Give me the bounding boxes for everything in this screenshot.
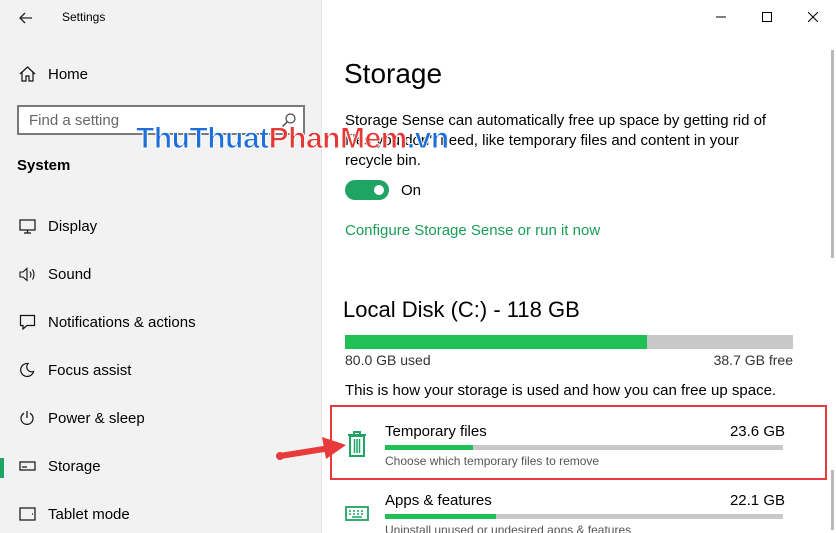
notifications-icon [18,313,36,331]
category-name: Apps & features [385,492,492,509]
tablet-icon [18,505,36,523]
focus-assist-icon [18,361,36,379]
home-icon [18,65,36,83]
sidebar-item-label: Tablet mode [48,505,130,523]
section-title: System [17,157,71,174]
sidebar-item-sound[interactable]: Sound [0,254,322,294]
sidebar-item-label: Display [48,217,98,235]
category-usage-bar [385,514,783,519]
sidebar-item-label: Power & sleep [48,409,145,427]
back-button[interactable] [14,6,38,30]
highlight-box [330,405,827,480]
watermark-part: .vn [406,122,449,156]
close-button[interactable] [790,0,836,34]
minimize-button[interactable] [698,0,744,34]
scrollbar[interactable] [831,50,834,258]
sidebar-item-label: Sound [48,265,92,283]
sidebar-item-label: Focus assist [48,361,132,379]
selection-indicator [0,458,4,478]
close-icon [808,12,818,22]
page-title: Storage [344,58,443,89]
disk-usage-fill [345,335,647,349]
sidebar-item-display[interactable]: Display [0,206,322,246]
toggle-state-label: On [401,182,422,199]
home-label: Home [48,65,89,83]
disk-free-label: 38.7 GB free [713,352,793,368]
disk-used-label: 80.0 GB used [345,352,431,368]
maximize-icon [762,12,772,22]
annotation-arrow-icon [276,437,346,460]
home-nav-item[interactable]: Home [18,62,88,86]
storage-usage-intro: This is how your storage is used and how… [345,382,777,399]
category-usage-fill [385,514,497,519]
sidebar-item-label: Storage [48,457,101,475]
minimize-icon [716,16,726,18]
disk-title: Local Disk (C:) - 118 GB [343,297,580,322]
storage-sense-toggle[interactable] [345,180,389,200]
titlebar: Settings [0,0,322,36]
back-arrow-icon [19,12,32,24]
display-icon [18,217,36,235]
category-apps-features[interactable]: Apps & features 22.1 GB Uninstall unused… [345,492,785,533]
sidebar-item-tablet-mode[interactable]: Tablet mode [0,494,322,533]
maximize-button[interactable] [744,0,790,34]
scrollbar-track[interactable] [831,470,834,530]
power-icon [18,409,36,427]
disk-usage-bar [345,335,793,349]
category-size: 22.1 GB [729,492,785,509]
category-subtitle: Uninstall unused or undesired apps & fea… [385,523,632,533]
sidebar-item-notifications[interactable]: Notifications & actions [0,302,322,342]
toggle-knob [374,185,384,195]
storage-icon [18,457,36,475]
watermark-logo: ThuThuatPhanMem.vn [136,122,450,156]
main-content: Storage Storage Sense can automatically … [323,0,836,533]
sidebar-item-focus-assist[interactable]: Focus assist [0,350,322,390]
watermark-part: PhanMem [268,122,408,156]
sidebar-item-label: Notifications & actions [48,313,196,331]
watermark-part: ThuThuat [136,122,270,156]
app-title: Settings [62,10,106,24]
sound-icon [18,265,36,283]
configure-storage-sense-link[interactable]: Configure Storage Sense or run it now [345,222,600,239]
keyboard-icon [345,506,369,521]
window-controls [698,0,836,34]
